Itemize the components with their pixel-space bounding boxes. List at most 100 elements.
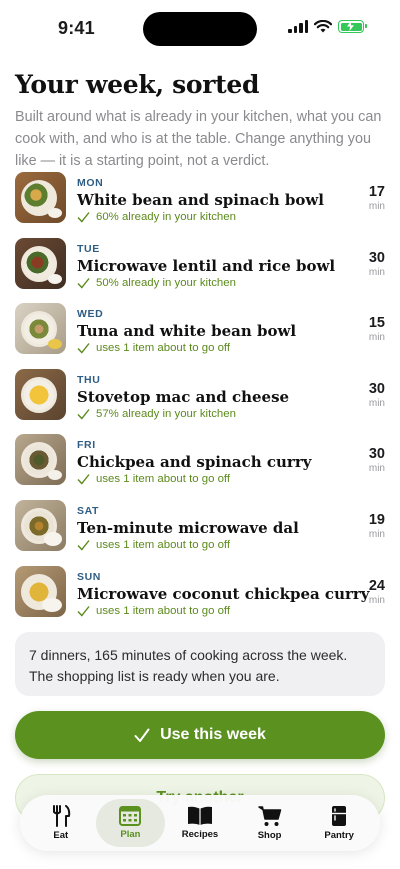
meal-minutes: 17 bbox=[368, 184, 385, 200]
meal-minutes: 15 bbox=[368, 315, 385, 332]
tab-pantry[interactable]: Pantry bbox=[304, 799, 374, 847]
tab-label: Recipes bbox=[181, 829, 219, 840]
meal-minutes-unit: min bbox=[368, 332, 385, 344]
meal-note: 50% already in your kitchen bbox=[77, 277, 387, 289]
tab-label: Pantry bbox=[324, 830, 354, 841]
meal-day: FRI bbox=[77, 439, 96, 452]
meal-minutes: 30 bbox=[368, 380, 385, 397]
tab-label: Shop bbox=[257, 830, 282, 841]
meal-row-thu[interactable]: THU Stovetop mac and cheese 57% already … bbox=[15, 368, 387, 435]
check-icon bbox=[77, 343, 90, 354]
meal-note-text: uses 1 item about to go off bbox=[96, 342, 231, 355]
meal-note-text: uses 1 item about to go off bbox=[96, 473, 231, 486]
status-icons bbox=[288, 20, 367, 33]
check-icon bbox=[77, 212, 90, 223]
bean-spinach-bowl-photo bbox=[15, 172, 66, 223]
meal-minutes-unit: min bbox=[368, 594, 385, 606]
meal-note-text: 50% already in your kitchen bbox=[96, 276, 236, 289]
tab-label: Plan bbox=[120, 829, 141, 840]
meal-minutes-unit: min bbox=[368, 463, 385, 475]
lentil-rice-bowl-photo bbox=[15, 237, 66, 289]
tab-recipes[interactable]: Recipes bbox=[165, 799, 235, 847]
meal-duration: 30 min bbox=[345, 250, 385, 278]
page-subtitle: Built around what is already in your kit… bbox=[15, 109, 382, 169]
meal-duration: 30 min bbox=[345, 446, 385, 474]
tab-plan[interactable]: Plan bbox=[95, 799, 166, 847]
meal-row-mon[interactable]: MON White bean and spinach bowl 60% alre… bbox=[15, 172, 387, 238]
fork-knife-icon bbox=[52, 805, 70, 827]
meal-day: WED bbox=[77, 308, 104, 321]
status-bar: 9:41 bbox=[0, 0, 400, 56]
week-summary-card: 7 dinners, 165 minutes of cooking across… bbox=[15, 632, 385, 696]
meal-row-sun[interactable]: SUN Microwave coconut chickpea curry use… bbox=[15, 565, 387, 632]
meal-name: Ten-minute microwave dal bbox=[77, 518, 299, 537]
meal-note: uses 1 item about to go off bbox=[77, 342, 387, 354]
status-time: 9:41 bbox=[58, 18, 95, 38]
meal-name: Stovetop mac and cheese bbox=[77, 387, 290, 406]
meal-name: Chickpea and spinach curry bbox=[77, 453, 312, 472]
meal-note: uses 1 item about to go off bbox=[77, 605, 387, 617]
meal-note-text: 60% already in your kitchen bbox=[96, 211, 236, 223]
tab-label: Eat bbox=[53, 830, 69, 841]
meal-name: Tuna and white bean bowl bbox=[77, 322, 297, 341]
meal-note: 57% already in your kitchen bbox=[77, 408, 387, 420]
summary-line-2: The shopping list is ready when you are. bbox=[29, 667, 280, 684]
tuna-bean-bowl-photo bbox=[15, 303, 66, 355]
meal-minutes: 30 bbox=[368, 249, 385, 266]
meal-row-wed[interactable]: WED Tuna and white bean bowl uses 1 item… bbox=[15, 303, 387, 369]
meal-minutes: 19 bbox=[368, 511, 385, 528]
meal-day: SAT bbox=[77, 504, 100, 517]
check-icon bbox=[134, 728, 150, 742]
dal-photo bbox=[15, 499, 66, 551]
use-this-week-button[interactable]: Use this week bbox=[15, 711, 385, 759]
meal-row-tue[interactable]: TUE Microwave lentil and rice bowl 50% a… bbox=[15, 237, 387, 304]
meal-minutes-unit: min bbox=[368, 201, 385, 212]
summary-line-1: 7 dinners, 165 minutes of cooking across… bbox=[29, 647, 348, 663]
battery-icon bbox=[338, 20, 367, 33]
meal-note-text: uses 1 item about to go off bbox=[96, 604, 231, 617]
meal-duration: 17 min bbox=[345, 184, 385, 212]
meal-name: Microwave coconut chickpea curry bbox=[77, 584, 370, 603]
check-icon bbox=[77, 540, 90, 551]
check-icon bbox=[77, 277, 90, 289]
meal-minutes-unit: min bbox=[368, 397, 385, 409]
meal-day: TUE bbox=[77, 242, 100, 255]
meal-name: Microwave lentil and rice bowl bbox=[77, 256, 336, 275]
meal-minutes-unit: min bbox=[368, 266, 385, 278]
meal-note-text: 57% already in your kitchen bbox=[96, 407, 236, 420]
fridge-icon bbox=[332, 806, 347, 826]
meal-note: uses 1 item about to go off bbox=[77, 473, 387, 485]
cellular-signal-icon bbox=[288, 20, 308, 33]
meal-minutes: 24 bbox=[368, 577, 385, 594]
meal-note: uses 1 item about to go off bbox=[77, 539, 387, 551]
coconut-chickpea-curry-photo bbox=[15, 565, 66, 617]
wifi-icon bbox=[314, 20, 332, 33]
tab-eat[interactable]: Eat bbox=[26, 799, 96, 847]
meal-day: SUN bbox=[77, 570, 101, 583]
check-icon bbox=[77, 605, 90, 617]
meal-minutes-unit: min bbox=[368, 528, 385, 540]
meal-name: White bean and spinach bowl bbox=[77, 191, 324, 209]
meal-day: THU bbox=[77, 373, 101, 386]
meal-duration: 19 min bbox=[345, 512, 385, 540]
dynamic-island bbox=[143, 12, 257, 46]
use-this-week-label: Use this week bbox=[160, 726, 266, 743]
meal-minutes: 30 bbox=[368, 446, 385, 463]
meal-day: MON bbox=[77, 177, 104, 189]
meal-duration: 24 min bbox=[345, 578, 385, 606]
calendar-icon bbox=[119, 806, 142, 826]
cart-icon bbox=[257, 806, 281, 826]
chickpea-curry-photo bbox=[15, 434, 66, 486]
tab-bar: Eat Plan Recipes Shop Pantry bbox=[20, 795, 380, 851]
meal-plan-list: MON White bean and spinach bowl 60% alre… bbox=[15, 172, 387, 631]
meal-row-sat[interactable]: SAT Ten-minute microwave dal uses 1 item… bbox=[15, 499, 387, 566]
meal-note: 60% already in your kitchen bbox=[77, 211, 387, 223]
mac-cheese-photo bbox=[15, 368, 66, 420]
book-icon bbox=[187, 806, 212, 825]
check-icon bbox=[77, 474, 90, 485]
page-title: Your week, sorted bbox=[15, 70, 260, 99]
check-icon bbox=[77, 408, 90, 420]
meal-duration: 15 min bbox=[345, 315, 385, 343]
meal-row-fri[interactable]: FRI Chickpea and spinach curry uses 1 it… bbox=[15, 434, 387, 500]
tab-shop[interactable]: Shop bbox=[235, 799, 305, 847]
